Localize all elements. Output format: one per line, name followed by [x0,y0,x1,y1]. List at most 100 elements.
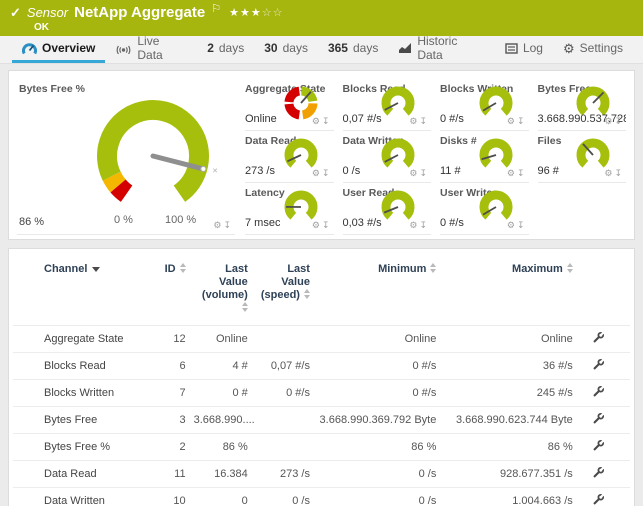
tab-historic-data[interactable]: Historic Data [388,36,495,63]
sensor-title: NetApp Aggregate [74,5,205,21]
gauge-value: 0 #/s [440,217,464,229]
pin-icon[interactable]: ↧ [322,116,332,126]
gauge-cell-disks: Disks # 11 # ⚙↧ [440,131,529,183]
gauge-value: 0,03 #/s [343,217,382,229]
tab-settings-label: Settings [580,41,623,55]
historic-chart-icon [398,42,412,54]
cell-channel[interactable]: Bytes Free [13,407,153,434]
gear-icon[interactable]: ⚙ [507,168,517,178]
channel-settings-button[interactable] [581,488,630,506]
gear-icon[interactable]: ⚙ [409,168,419,178]
page-content: Bytes Free % ✕ 86 % 0 % 100 % ⚙↧ Aggrega… [0,64,643,506]
gauge-cell-user-writes: User Writes 0 #/s ⚙↧ [440,183,529,235]
gear-icon[interactable]: ⚙ [312,220,322,230]
tab-overview[interactable]: Overview [12,36,105,63]
column-header-channel[interactable]: Channel [13,261,153,326]
priority-flag-icon[interactable]: ⚐ [211,1,221,17]
cell-max: 36 #/s [444,353,580,380]
cell-max: 928.677.351 /s [444,461,580,488]
channel-settings-button[interactable] [581,407,630,434]
cell-id: 2 [153,434,193,461]
column-header-maximum[interactable]: Maximum [444,261,580,326]
column-header-last-value-speed[interactable]: Last Value(speed) [256,261,318,326]
pin-icon[interactable]: ↧ [223,220,233,230]
pin-icon[interactable]: ↧ [614,116,624,126]
tab-overview-label: Overview [42,41,95,55]
cell-speed: 0 /s [256,488,318,506]
cell-min: 0 /s [318,488,444,506]
bytes-free-pct-gauge-dial: ✕ [77,92,229,216]
gauge-current-value: 86 % [19,216,44,228]
cell-vol: 86 % [194,434,256,461]
pin-icon[interactable]: ↧ [322,168,332,178]
pin-icon[interactable]: ↧ [614,168,624,178]
tab-log[interactable]: Log [495,36,553,63]
stars-empty[interactable]: ☆☆ [262,7,284,19]
stars-filled[interactable]: ★★★ [229,7,262,19]
pin-icon[interactable]: ↧ [517,220,527,230]
pin-icon[interactable]: ↧ [322,220,332,230]
pin-icon[interactable]: ↧ [419,168,429,178]
gauge-value: 11 # [440,165,461,177]
gauge-title: Files [538,135,562,147]
table-header-row: Channel ID Last Value(volume) Last Value… [13,261,630,326]
channels-panel: Channel ID Last Value(volume) Last Value… [8,248,635,506]
channel-table-body: Aggregate State12OnlineOnlineOnlineBlock… [13,326,630,506]
gauge-cell-blocks-written: Blocks Written 0 #/s ⚙↧ [440,79,529,131]
pin-icon[interactable]: ↧ [517,168,527,178]
gear-icon[interactable]: ⚙ [604,168,614,178]
pin-icon[interactable]: ↧ [419,220,429,230]
column-header-id[interactable]: ID [153,261,193,326]
column-header-last-value-volume[interactable]: Last Value(volume) [194,261,256,326]
channel-settings-wrench-icon [592,466,605,479]
pin-icon[interactable]: ↧ [517,116,527,126]
channel-settings-button[interactable] [581,380,630,407]
tab-30-days[interactable]: 30 days [254,36,318,63]
gauge-cell-blocks-read: Blocks Read 0,07 #/s ⚙↧ [343,79,432,131]
cell-channel[interactable]: Data Read [13,461,153,488]
sort-desc-icon [92,267,100,272]
gear-icon[interactable]: ⚙ [213,220,223,230]
channel-settings-button[interactable] [581,326,630,353]
cell-channel[interactable]: Bytes Free % [13,434,153,461]
cell-min: 0 /s [318,461,444,488]
channel-settings-button[interactable] [581,434,630,461]
gear-icon[interactable]: ⚙ [507,220,517,230]
tab-2-days-unit: days [219,41,244,55]
tab-365-days[interactable]: 365 days [318,36,388,63]
gear-icon[interactable]: ⚙ [507,116,517,126]
cell-channel[interactable]: Aggregate State [13,326,153,353]
cell-max: 245 #/s [444,380,580,407]
gear-icon[interactable]: ⚙ [409,116,419,126]
priority-stars[interactable]: ★★★☆☆ [229,5,283,21]
sort-icons [242,302,248,312]
tab-settings[interactable]: ⚙ Settings [553,36,633,63]
svg-text:✕: ✕ [212,168,218,175]
cell-speed [256,434,318,461]
gauge-cell-bytes-free-pct: Bytes Free % ✕ 86 % 0 % 100 % ⚙↧ [17,79,235,235]
cell-min: Online [318,326,444,353]
tab-live-data-label: Live Data [137,34,187,62]
gear-icon[interactable]: ⚙ [312,168,322,178]
tab-live-data[interactable]: Live Data [105,36,197,63]
tab-2-days[interactable]: 2 days [197,36,254,63]
tab-log-label: Log [523,41,543,55]
object-kind-label: Sensor [27,5,68,21]
table-row: Aggregate State12OnlineOnlineOnline [13,326,630,353]
cell-id: 6 [153,353,193,380]
cell-channel[interactable]: Blocks Written [13,380,153,407]
tab-30-days-number: 30 [264,41,277,55]
cell-channel[interactable]: Blocks Read [13,353,153,380]
cell-channel[interactable]: Data Written [13,488,153,506]
sensor-header: ✓ Sensor NetApp Aggregate ⚐ ★★★☆☆ OK [0,0,643,36]
column-header-minimum[interactable]: Minimum [318,261,444,326]
cell-max: Online [444,326,580,353]
channel-settings-wrench-icon [592,331,605,344]
gear-icon[interactable]: ⚙ [312,116,322,126]
gear-icon[interactable]: ⚙ [409,220,419,230]
gear-icon[interactable]: ⚙ [604,116,614,126]
pin-icon[interactable]: ↧ [419,116,429,126]
channel-settings-button[interactable] [581,461,630,488]
gauge-cell-data-read: Data Read 273 /s ⚙↧ [245,131,334,183]
channel-settings-button[interactable] [581,353,630,380]
